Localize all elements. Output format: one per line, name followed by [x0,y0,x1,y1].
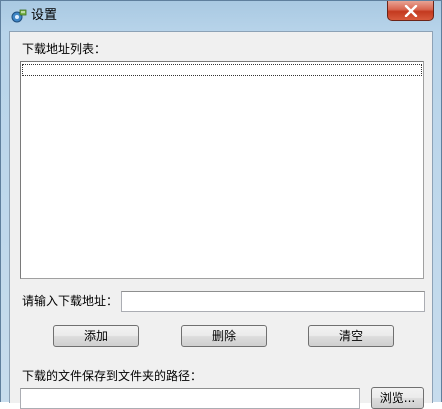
url-input-label: 请输入下载地址： [22,294,119,308]
window-title: 设置 [31,8,58,23]
delete-button[interactable]: 删除 [181,325,267,347]
download-url-input[interactable] [121,291,425,312]
close-icon [404,5,418,17]
settings-app-icon [10,7,28,25]
clear-button[interactable]: 清空 [308,325,394,347]
download-url-list[interactable] [20,61,424,279]
save-path-input[interactable] [20,388,360,409]
title-bar[interactable]: 设置 [1,1,441,31]
close-button[interactable] [387,1,434,21]
save-path-label: 下载的文件保存到文件夹的路径： [22,369,203,383]
dialog-body: 下载地址列表： 请输入下载地址： 添加 删除 清空 下载的文件保存到文件夹的路径… [9,31,433,409]
add-button[interactable]: 添加 [53,325,139,347]
list-focus-row[interactable] [22,64,422,76]
browse-button[interactable]: 浏览... [371,387,424,409]
download-list-label: 下载地址列表： [22,42,107,56]
settings-window: 设置 下载地址列表： 请输入下载地址： 添加 删除 清空 下载的文件保存到文件夹… [0,0,442,409]
